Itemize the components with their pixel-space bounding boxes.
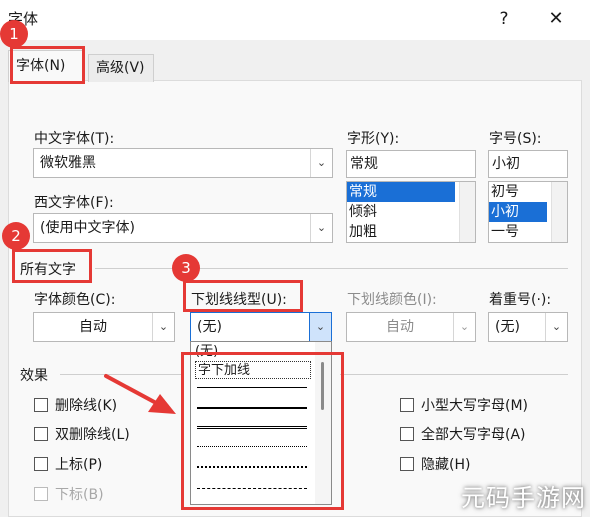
pointer-arrow-icon <box>104 374 176 414</box>
subscript-label: 下标(B) <box>55 487 104 503</box>
close-button[interactable]: ✕ <box>542 6 570 32</box>
emphasis-combo[interactable]: (无) ⌄ <box>488 312 568 342</box>
double-strikethrough-checkbox[interactable]: 双删除线(L) <box>34 425 130 445</box>
checkbox-box[interactable] <box>34 487 48 501</box>
underline-color-value: 自动 <box>386 319 414 335</box>
step-badge-3: 3 <box>172 254 200 282</box>
hidden-label: 隐藏(H) <box>421 457 471 473</box>
all-text-separator <box>95 268 568 269</box>
superscript-label: 上标(P) <box>55 457 103 473</box>
font-size-input[interactable]: 小初 <box>488 150 568 178</box>
underline-type-value: (无) <box>197 319 222 335</box>
font-size-label: 字号(S): <box>489 131 542 147</box>
watermark-text: 元码手游网 <box>461 484 586 512</box>
chinese-font-value: 微软雅黑 <box>40 155 96 171</box>
all-caps-checkbox[interactable]: 全部大写字母(A) <box>400 425 526 445</box>
underline-color-combo[interactable]: 自动 ⌄ <box>346 312 476 342</box>
emphasis-value: (无) <box>495 319 520 335</box>
underline-type-combo[interactable]: (无) ⌄ <box>190 312 332 342</box>
size-scrollbar[interactable] <box>551 182 567 242</box>
step-badge-1: 1 <box>0 20 28 48</box>
western-font-label: 西文字体(F): <box>34 195 114 211</box>
checkbox-box[interactable] <box>400 457 414 471</box>
checkbox-box[interactable] <box>400 427 414 441</box>
effects-title: 效果 <box>20 368 48 384</box>
superscript-checkbox[interactable]: 上标(P) <box>34 455 102 475</box>
font-size-list[interactable]: 初号 小初 一号 <box>488 181 568 243</box>
hidden-checkbox[interactable]: 隐藏(H) <box>400 455 470 475</box>
help-button[interactable]: ? <box>492 6 516 32</box>
small-caps-checkbox[interactable]: 小型大写字母(M) <box>400 396 528 416</box>
underline-color-label: 下划线颜色(I): <box>347 292 437 308</box>
small-caps-label: 小型大写字母(M) <box>421 398 529 414</box>
emphasis-label: 着重号(·): <box>489 292 552 308</box>
font-color-value: 自动 <box>79 319 107 335</box>
highlight-font-tab <box>10 46 85 84</box>
checkbox-box[interactable] <box>34 457 48 471</box>
checkbox-box[interactable] <box>34 398 48 412</box>
all-caps-label: 全部大写字母(A) <box>421 427 526 443</box>
western-font-value: (使用中文字体) <box>40 220 135 236</box>
font-style-list[interactable]: 常规 倾斜 加粗 <box>346 181 476 243</box>
chevron-down-icon[interactable]: ⌄ <box>453 313 475 341</box>
chevron-down-icon[interactable]: ⌄ <box>309 313 331 341</box>
chinese-font-label: 中文字体(T): <box>34 131 115 147</box>
western-font-combo[interactable]: (使用中文字体) ⌄ <box>33 213 333 243</box>
font-style-label: 字形(Y): <box>347 131 400 147</box>
style-scrollbar[interactable] <box>459 182 475 242</box>
list-item[interactable]: 加粗 <box>347 222 475 242</box>
list-item[interactable]: 常规 <box>347 182 455 202</box>
list-item[interactable]: 小初 <box>489 202 547 222</box>
chevron-down-icon[interactable]: ⌄ <box>152 313 174 341</box>
chevron-down-icon[interactable]: ⌄ <box>545 313 567 341</box>
chinese-font-combo[interactable]: 微软雅黑 ⌄ <box>33 148 333 178</box>
highlight-underline-list <box>181 352 344 510</box>
subscript-checkbox[interactable]: 下标(B) <box>34 485 104 505</box>
double-strikethrough-label: 双删除线(L) <box>55 427 130 443</box>
font-color-label: 字体颜色(C): <box>34 292 116 308</box>
font-style-input[interactable]: 常规 <box>346 150 476 178</box>
highlight-underline-label <box>183 280 303 312</box>
chevron-down-icon[interactable]: ⌄ <box>310 149 332 177</box>
checkbox-box[interactable] <box>34 427 48 441</box>
effects-separator-right <box>340 374 568 375</box>
chevron-down-icon[interactable]: ⌄ <box>310 214 332 242</box>
highlight-all-text <box>12 249 92 283</box>
checkbox-box[interactable] <box>400 398 414 412</box>
font-color-combo[interactable]: 自动 ⌄ <box>33 312 175 342</box>
list-item[interactable]: 倾斜 <box>347 202 475 222</box>
step-badge-2: 2 <box>2 222 30 250</box>
tab-advanced[interactable]: 高级(V) <box>88 54 154 82</box>
